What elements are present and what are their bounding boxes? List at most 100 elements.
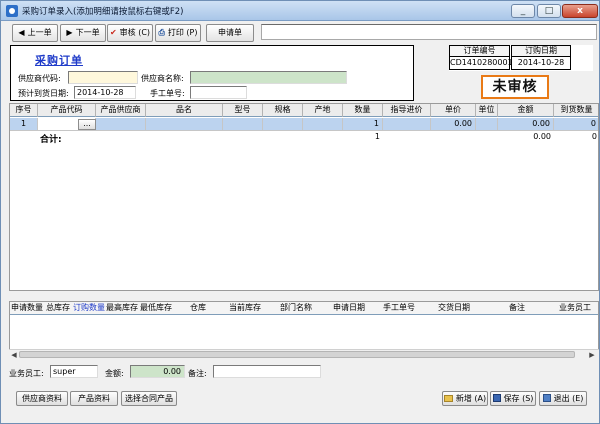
col-header-name[interactable]: 品名	[146, 104, 223, 117]
total-row: 合计: 1 0.00 0	[10, 131, 598, 145]
col-header-department[interactable]: 部门名称	[268, 302, 324, 315]
staff-label: 业务员工:	[9, 369, 44, 378]
staff-input[interactable]: super	[50, 365, 98, 378]
cell-name[interactable]	[146, 118, 223, 131]
order-date-value: 2014-10-28	[511, 57, 571, 70]
col-header-manual-no[interactable]: 手工单号	[374, 302, 424, 315]
scroll-left-icon[interactable]: ◀	[9, 350, 19, 360]
order-no-label: 订单编号	[449, 45, 510, 57]
remark-label: 备注:	[188, 369, 207, 378]
save-disk-icon	[492, 394, 501, 402]
checkmark-icon: ✔	[109, 28, 117, 37]
audit-button[interactable]: ✔ 审核 (C)	[107, 24, 153, 42]
exit-button[interactable]: 退出 (E)	[539, 391, 587, 406]
col-header-min-stock[interactable]: 最低库存	[138, 302, 174, 315]
col-header-arrived[interactable]: 到货数量	[554, 104, 598, 117]
supplier-name-label: 供应商名称:	[141, 74, 184, 83]
scrollbar-thumb[interactable]	[19, 351, 575, 358]
order-no-value: CD1410280001	[449, 57, 513, 70]
next-button[interactable]: ▶ 下一单	[60, 24, 106, 42]
cell-spec[interactable]	[263, 118, 303, 131]
arrow-right-icon: ▶	[66, 28, 73, 37]
order-header-panel: 采购订单 供应商代码: 供应商名称: 预计到货日期: 2014-10-28 手工…	[10, 45, 414, 101]
cell-qty[interactable]: 1	[343, 118, 383, 131]
detail-grid-header: 序号 产品代码 产品供应商 品名 型号 规格 产地 数量 指导进价 单价 单位 …	[10, 104, 598, 117]
arrival-date-input[interactable]: 2014-10-28	[74, 86, 136, 99]
col-header-current-stock[interactable]: 当前库存	[222, 302, 268, 315]
status-badge: 未审核	[481, 75, 549, 99]
maximize-button[interactable]: □	[537, 4, 561, 18]
save-button[interactable]: 保存 (S)	[490, 391, 536, 406]
cell-model[interactable]	[223, 118, 263, 131]
app-icon	[6, 5, 18, 17]
prev-button[interactable]: ◀ 上一单	[12, 24, 58, 42]
col-header-origin[interactable]: 产地	[303, 104, 343, 117]
cell-amount[interactable]: 0.00	[498, 118, 554, 131]
detail-grid[interactable]: 序号 产品代码 产品供应商 品名 型号 规格 产地 数量 指导进价 单价 单位 …	[9, 103, 599, 291]
toolbar-strip	[261, 24, 597, 40]
browse-product-button[interactable]: ...	[78, 119, 96, 130]
col-header-amount[interactable]: 金额	[498, 104, 554, 117]
col-header-warehouse[interactable]: 仓库	[174, 302, 222, 315]
col-header-remark[interactable]: 备注	[484, 302, 550, 315]
window-title: 采购订单录入(添加明细请按鼠标右键或F2)	[22, 7, 184, 17]
form-title: 采购订单	[35, 54, 83, 67]
amount-label: 金额:	[105, 369, 124, 378]
cell-guide-price[interactable]	[383, 118, 431, 131]
col-header-guide-price[interactable]: 指导进价	[383, 104, 431, 117]
total-arrived: 0	[591, 132, 597, 141]
col-header-delivery-date[interactable]: 交货日期	[424, 302, 484, 315]
minimize-button[interactable]: _	[511, 4, 535, 18]
amount-field: 0.00	[130, 365, 185, 378]
supplier-name-input[interactable]	[190, 71, 347, 84]
cell-unit[interactable]	[476, 118, 498, 131]
title-bar: 采购订单录入(添加明细请按鼠标右键或F2) _ □ x	[1, 1, 599, 21]
cell-seq[interactable]: 1	[10, 118, 38, 131]
col-header-supplier[interactable]: 产品供应商	[96, 104, 146, 117]
col-header-unit[interactable]: 单位	[476, 104, 498, 117]
printer-icon: ⎙	[158, 28, 165, 37]
col-header-price[interactable]: 单价	[431, 104, 476, 117]
supplier-code-label: 供应商代码:	[18, 74, 61, 83]
close-button[interactable]: x	[562, 4, 598, 18]
arrow-left-icon: ◀	[18, 28, 25, 37]
supplier-info-button[interactable]: 供应商资料	[16, 391, 68, 406]
cell-price[interactable]: 0.00	[431, 118, 476, 131]
col-header-seq[interactable]: 序号	[10, 104, 38, 117]
add-button[interactable]: 新增 (A)	[442, 391, 488, 406]
col-header-total-stock[interactable]: 总库存	[44, 302, 72, 315]
col-header-model[interactable]: 型号	[223, 104, 263, 117]
cell-origin[interactable]	[303, 118, 343, 131]
order-date-label: 订购日期	[511, 45, 571, 57]
col-header-staff[interactable]: 业务员工	[550, 302, 598, 315]
col-header-order-qty[interactable]: 订购数量	[72, 302, 106, 315]
manual-no-input[interactable]	[190, 86, 247, 99]
arrival-date-label: 预计到货日期:	[18, 89, 69, 98]
total-qty: 1	[374, 132, 380, 141]
col-header-spec[interactable]: 规格	[263, 104, 303, 117]
cell-arrived[interactable]: 0	[554, 118, 598, 131]
col-header-apply-qty[interactable]: 申请数量	[10, 302, 44, 315]
supplier-code-input[interactable]	[68, 71, 138, 84]
apply-button[interactable]: 申请单	[206, 24, 254, 42]
contract-products-button[interactable]: 选择合同产品	[121, 391, 177, 406]
order-info-box: 订单编号 订购日期 CD1410280001 2014-10-28	[449, 45, 593, 71]
purchase-order-window: 采购订单录入(添加明细请按鼠标右键或F2) _ □ x ◀ 上一单 ▶ 下一单 ✔ 审…	[0, 0, 600, 424]
col-header-apply-date[interactable]: 申请日期	[324, 302, 374, 315]
exit-door-icon	[542, 394, 551, 402]
toolbar: ◀ 上一单 ▶ 下一单 ✔ 审核 (C) ⎙ 打印 (P) 申请单	[1, 21, 599, 43]
product-info-button[interactable]: 产品资料	[70, 391, 118, 406]
print-button[interactable]: ⎙ 打印 (P)	[155, 24, 201, 42]
remark-input[interactable]	[213, 365, 321, 378]
stock-grid-header: 申请数量 总库存 订购数量 最高库存 最低库存 仓库 当前库存 部门名称 申请日…	[10, 302, 598, 315]
total-label: 合计:	[40, 135, 62, 145]
col-header-code[interactable]: 产品代码	[38, 104, 96, 117]
col-header-qty[interactable]: 数量	[343, 104, 383, 117]
stock-grid-scrollbar[interactable]: ◀ ▶	[9, 349, 599, 359]
folder-icon	[443, 395, 453, 402]
table-row[interactable]: 1 ... 1 0.00 0.00 0	[10, 118, 598, 131]
total-amount: 0.00	[533, 132, 551, 141]
col-header-max-stock[interactable]: 最高库存	[106, 302, 138, 315]
scroll-right-icon[interactable]: ▶	[587, 350, 597, 360]
cell-supplier[interactable]	[96, 118, 146, 131]
